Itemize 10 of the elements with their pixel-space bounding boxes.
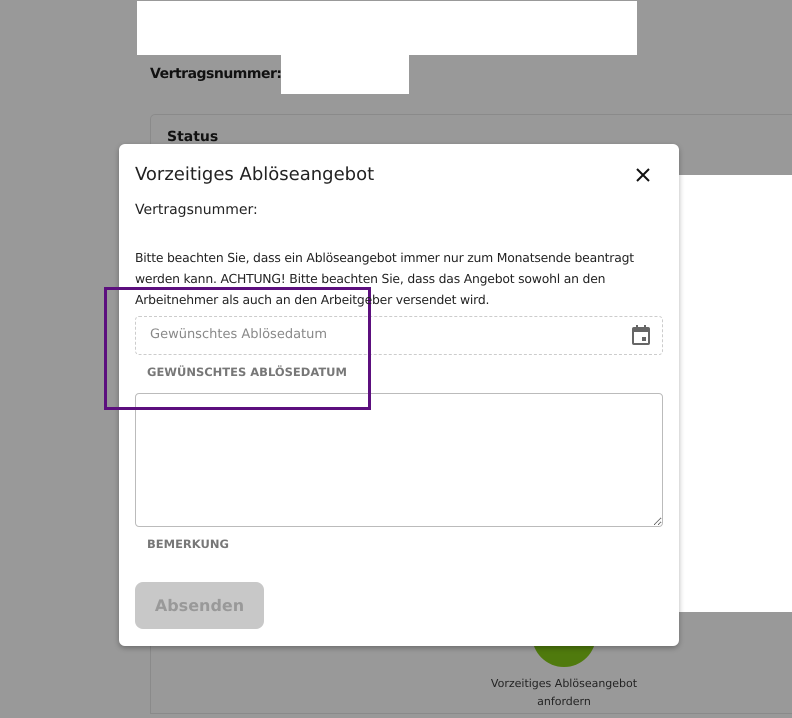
calendar-icon[interactable] xyxy=(632,325,650,346)
field-label: GEWÜNSCHTES ABLÖSEDATUM xyxy=(147,364,348,381)
remark-field[interactable] xyxy=(135,392,663,527)
status-title: Status xyxy=(167,129,218,145)
action-label[interactable]: Vorzeitiges Ablöseangebot anfordern xyxy=(490,675,638,711)
contract-number-label: Vertragsnummer: xyxy=(135,200,259,220)
field-label: BEMERKUNG xyxy=(147,536,230,553)
dialog-title: Vorzeitiges Ablöseangebot xyxy=(135,164,374,186)
contract-number-label: Vertragsnummer: xyxy=(150,65,282,84)
date-field[interactable]: Gewünschtes Ablösedatum xyxy=(135,316,663,355)
